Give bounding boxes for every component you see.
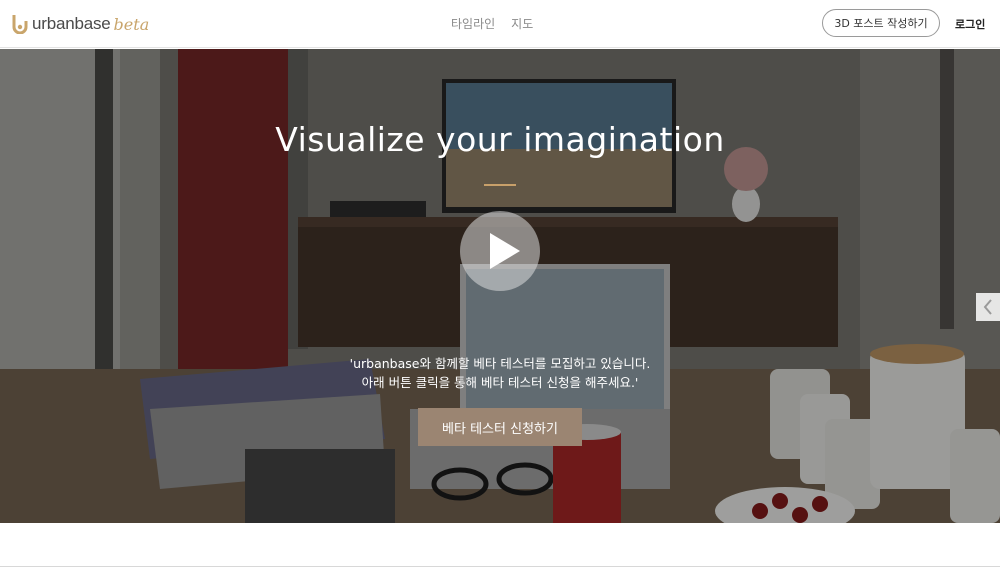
hero-description-line1: 'urbanbase와 함께할 베타 테스터를 모집하고 있습니다. xyxy=(349,356,651,371)
urbanbase-logo-icon xyxy=(12,15,28,34)
apply-beta-tester-button[interactable]: 베타 테스터 신청하기 xyxy=(418,408,582,446)
brand-badge: beta xyxy=(113,14,150,34)
carousel-prev-button[interactable] xyxy=(976,293,1000,321)
hero-title: Visualize your imagination xyxy=(275,120,725,159)
hero-description-line2: 아래 버튼 클릭을 통해 베타 테스터 신청을 해주세요.' xyxy=(361,375,639,390)
write-3d-post-button[interactable]: 3D 포스트 작성하기 xyxy=(822,9,940,37)
brand-name: urbanbase xyxy=(32,14,111,33)
hero-description: 'urbanbase와 함께할 베타 테스터를 모집하고 있습니다. 아래 버튼… xyxy=(0,354,1000,392)
brand-logo[interactable]: urbanbase beta xyxy=(12,12,149,36)
hero-divider xyxy=(484,184,516,186)
nav-timeline[interactable]: 타임라인 xyxy=(451,15,495,32)
chevron-left-icon xyxy=(983,299,992,315)
login-link[interactable]: 로그인 xyxy=(955,16,985,32)
play-icon xyxy=(490,233,520,269)
hero-banner: Visualize your imagination 'urbanbase와 함… xyxy=(0,49,1000,523)
play-video-button[interactable] xyxy=(460,211,540,291)
top-header: urbanbase beta 타임라인 지도 3D 포스트 작성하기 로그인 xyxy=(0,0,1000,48)
content-area-top xyxy=(0,523,1000,567)
main-nav: 타임라인 지도 xyxy=(451,15,533,32)
nav-map[interactable]: 지도 xyxy=(511,15,533,32)
